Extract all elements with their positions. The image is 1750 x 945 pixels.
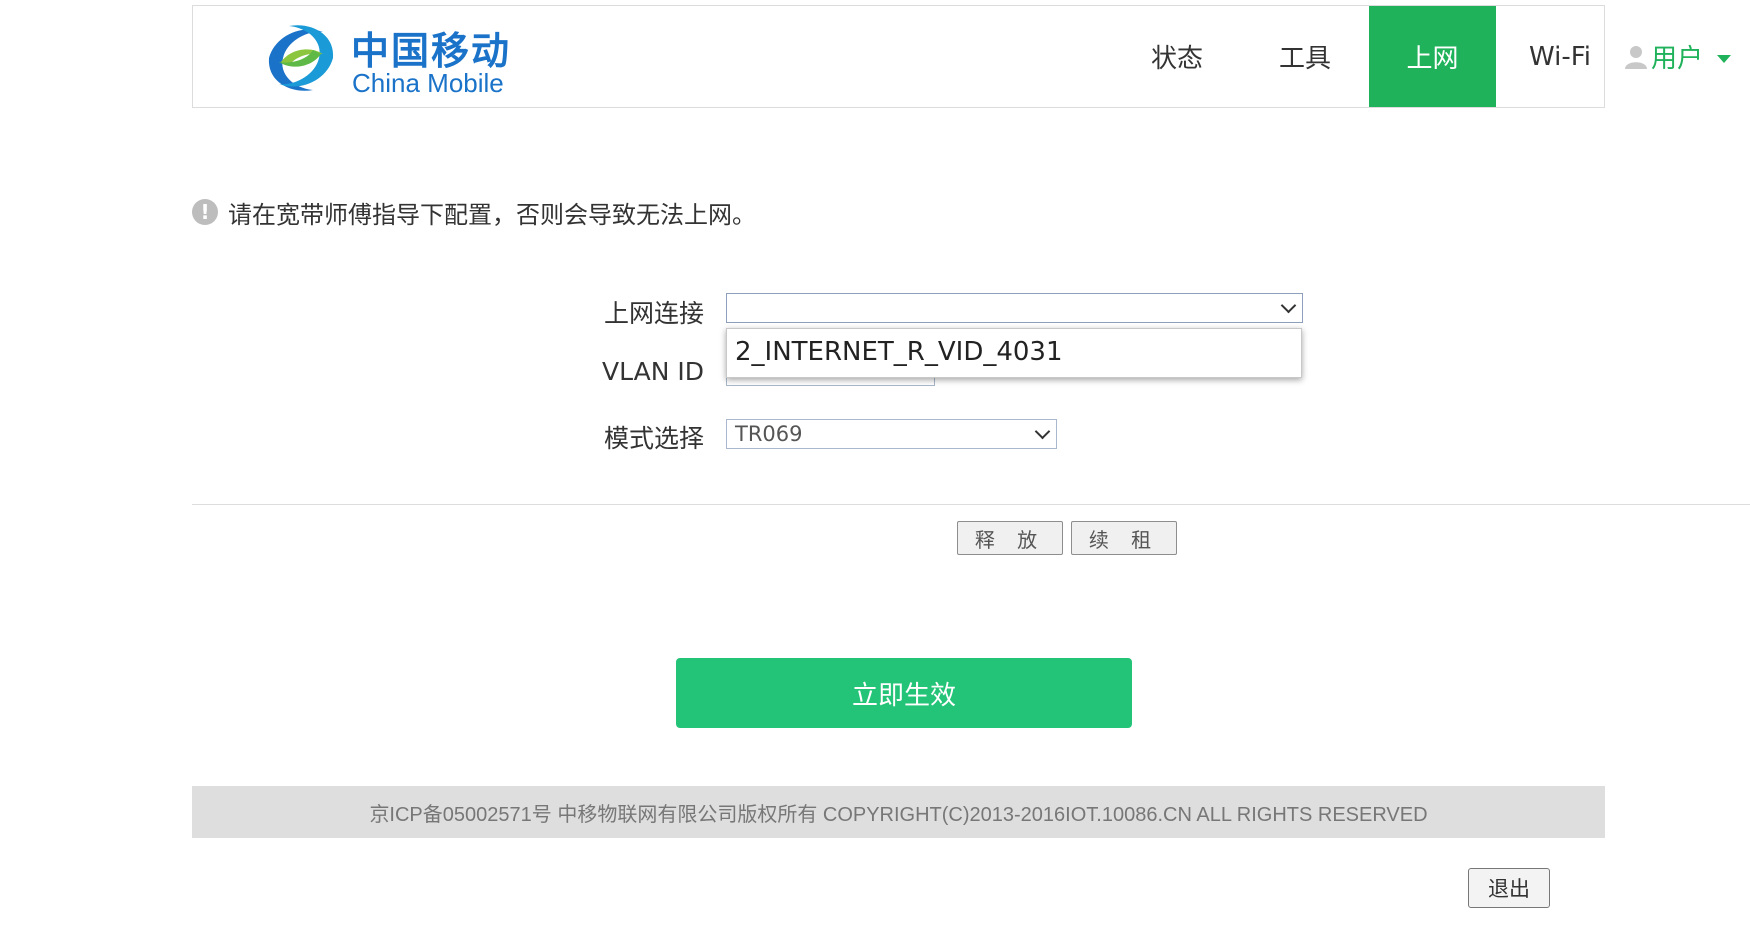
top-header: 中国移动 China Mobile 状态 工具 上网 Wi-Fi 用户 bbox=[192, 5, 1732, 108]
connection-select[interactable] bbox=[726, 293, 1303, 323]
warning-text: 请在宽带师傅指导下配置，否则会导致无法上网。 bbox=[228, 200, 756, 229]
logo-icon bbox=[268, 25, 334, 91]
mode-label: 模式选择 bbox=[603, 424, 704, 453]
tab-wifi[interactable]: Wi-Fi bbox=[1496, 6, 1624, 107]
tab-internet-label: 上网 bbox=[1406, 44, 1459, 74]
connection-option[interactable]: 2_INTERNET_R_VID_4031 bbox=[735, 337, 1063, 367]
connection-dropdown-list: 2_INTERNET_R_VID_4031 bbox=[726, 328, 1302, 378]
vlan-id-label: VLAN ID bbox=[602, 357, 704, 386]
renew-button[interactable]: 续 租 bbox=[1071, 521, 1177, 555]
exclamation-circle-icon: ! bbox=[192, 199, 218, 225]
chevron-down-icon bbox=[1034, 423, 1051, 440]
caret-down-icon bbox=[1717, 54, 1732, 63]
apply-button[interactable]: 立即生效 bbox=[676, 658, 1132, 728]
release-button[interactable]: 释 放 bbox=[957, 521, 1063, 555]
tab-wifi-label: Wi-Fi bbox=[1528, 41, 1592, 72]
user-menu[interactable]: 用户 bbox=[1625, 6, 1745, 107]
china-mobile-logo[interactable]: 中国移动 China Mobile bbox=[261, 14, 531, 100]
logout-button[interactable]: 退出 bbox=[1468, 868, 1550, 908]
tab-status[interactable]: 状态 bbox=[1113, 6, 1241, 107]
tab-tools[interactable]: 工具 bbox=[1241, 6, 1369, 107]
logo-text-en: China Mobile bbox=[352, 68, 504, 98]
tab-internet[interactable]: 上网 bbox=[1369, 6, 1496, 107]
user-icon bbox=[1625, 45, 1647, 69]
footer-copyright: 京ICP备05002571号 中移物联网有限公司版权所有 COPYRIGHT(C… bbox=[192, 786, 1605, 838]
chevron-down-icon bbox=[1280, 297, 1297, 314]
tab-status-label: 状态 bbox=[1150, 44, 1203, 74]
divider bbox=[192, 504, 1750, 505]
logo-text-cn: 中国移动 bbox=[351, 29, 512, 73]
mode-select[interactable]: TR069 bbox=[726, 419, 1057, 449]
warning-notice: ! 请在宽带师傅指导下配置，否则会导致无法上网。 bbox=[192, 196, 756, 229]
user-menu-label: 用户 bbox=[1651, 44, 1704, 74]
tab-tools-label: 工具 bbox=[1278, 44, 1331, 74]
connection-label: 上网连接 bbox=[603, 299, 704, 328]
mode-select-value: TR069 bbox=[735, 422, 803, 446]
